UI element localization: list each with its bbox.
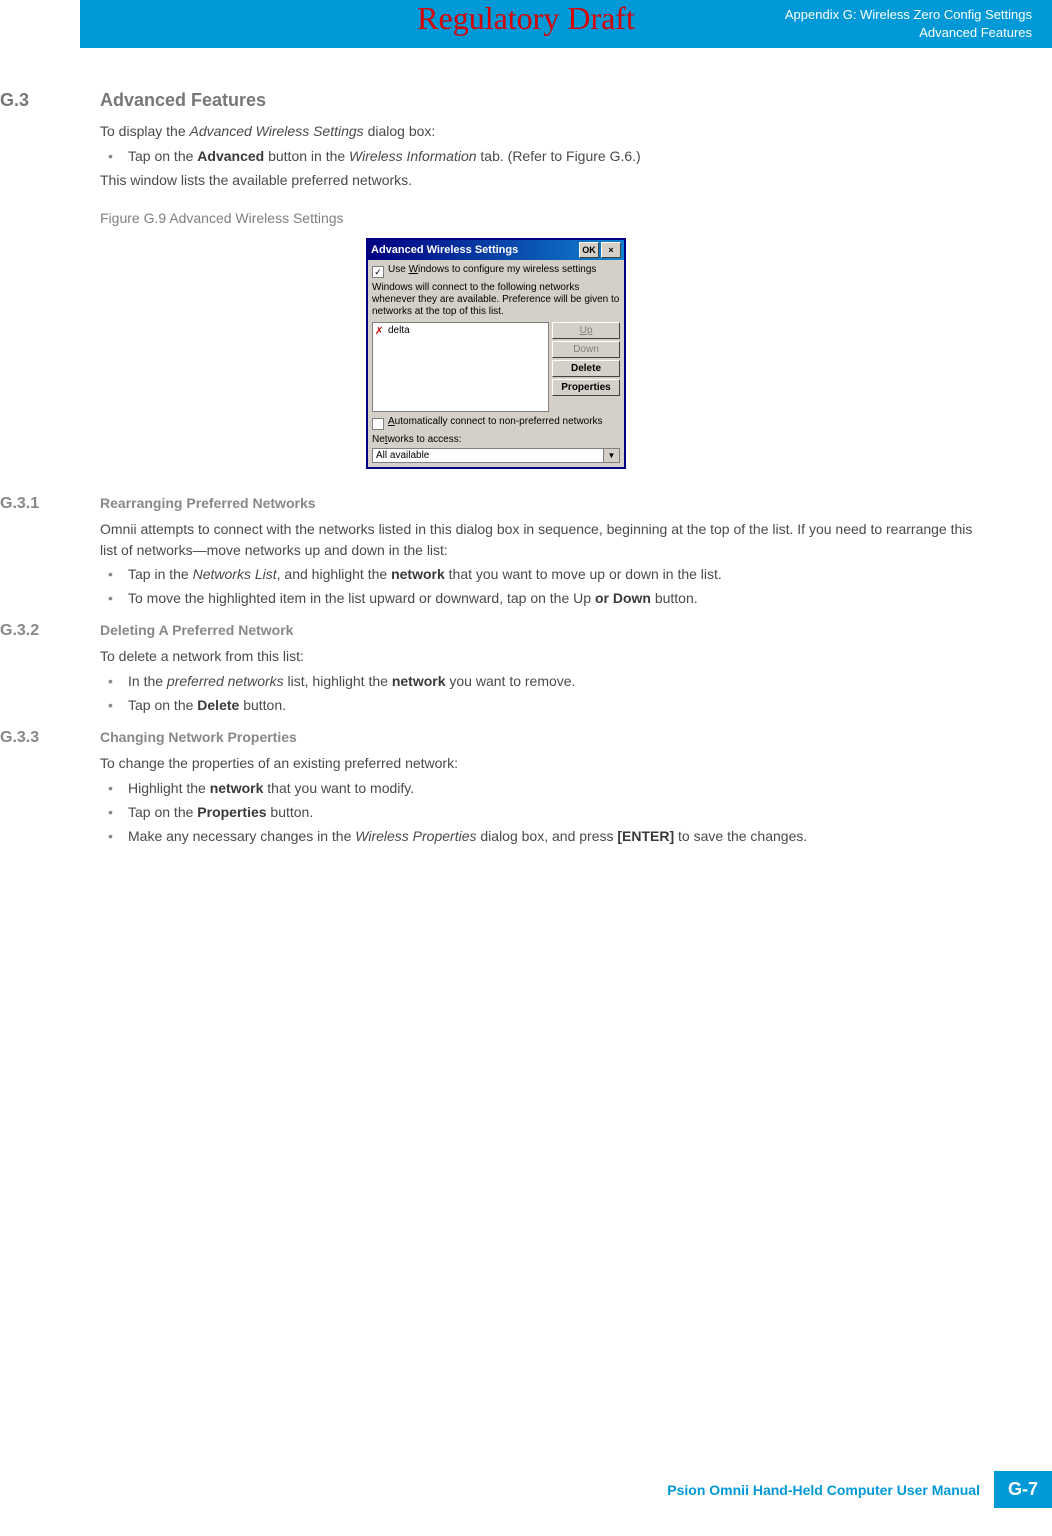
up-button[interactable]: Up [552,322,620,339]
section-title-g32: Deleting A Preferred Network [100,622,293,638]
figure-caption: Figure G.9 Advanced Wireless Settings [100,210,992,226]
g32-intro-text: To delete a network from this list: [100,646,992,666]
g33-bullet-2: Tap on the Properties button. [100,802,992,822]
close-button[interactable]: × [601,242,621,258]
networks-to-access-label: Networks to access: [372,434,620,446]
dropdown-value: All available [373,449,603,462]
network-icon: ✗ [375,326,385,336]
dialog-title-text: Advanced Wireless Settings [371,244,577,256]
network-list-item[interactable]: ✗ delta [375,325,546,336]
network-name: delta [388,325,410,336]
properties-button[interactable]: Properties [552,379,620,396]
section-number-g32: G.3.2 [0,622,100,640]
header-line-2: Advanced Features [100,24,1032,42]
g31-intro-text: Omnii attempts to connect with the netwo… [100,519,992,560]
dialog-info-text: Windows will connect to the following ne… [372,282,620,318]
page-header-bar: Appendix G: Wireless Zero Config Setting… [80,0,1052,48]
g31-bullet-1: Tap in the Networks List, and highlight … [100,564,992,584]
section-title-g33: Changing Network Properties [100,729,297,745]
section-number-g33: G.3.3 [0,729,100,747]
header-line-1: Appendix G: Wireless Zero Config Setting… [100,6,1032,24]
g33-intro-text: To change the properties of an existing … [100,753,992,773]
down-button[interactable]: Down [552,341,620,358]
advanced-wireless-settings-dialog: Advanced Wireless Settings OK × ✓ Use Wi… [366,238,626,469]
g31-bullet-2: To move the highlighted item in the list… [100,588,992,608]
page-number-badge: G-7 [994,1471,1052,1508]
chevron-down-icon[interactable]: ▼ [603,449,619,462]
g3-bullet-1: Tap on the Advanced button in the Wirele… [100,146,992,166]
auto-connect-checkbox[interactable] [372,418,384,430]
g3-followup-text: This window lists the available preferre… [100,170,992,190]
section-number-g3: G.3 [0,90,100,111]
dialog-titlebar: Advanced Wireless Settings OK × [368,240,624,260]
auto-connect-label: Automatically connect to non-preferred n… [388,416,603,428]
footer-manual-title: Psion Omnii Hand-Held Computer User Manu… [667,1482,980,1498]
g3-intro-text: To display the Advanced Wireless Setting… [100,121,992,141]
g32-bullet-1: In the preferred networks list, highligh… [100,671,992,691]
page-footer: Psion Omnii Hand-Held Computer User Manu… [667,1471,1052,1508]
section-title-g3: Advanced Features [100,90,266,111]
g33-bullet-1: Highlight the network that you want to m… [100,778,992,798]
use-windows-checkbox[interactable]: ✓ [372,266,384,278]
use-windows-label: Use Windows to configure my wireless set… [388,264,596,276]
preferred-networks-list[interactable]: ✗ delta [372,322,549,412]
g33-bullet-3: Make any necessary changes in the Wirele… [100,826,992,846]
delete-button[interactable]: Delete [552,360,620,377]
section-number-g31: G.3.1 [0,495,100,513]
networks-to-access-dropdown[interactable]: All available ▼ [372,448,620,463]
ok-button[interactable]: OK [579,242,599,258]
section-title-g31: Rearranging Preferred Networks [100,495,316,511]
g32-bullet-2: Tap on the Delete button. [100,695,992,715]
